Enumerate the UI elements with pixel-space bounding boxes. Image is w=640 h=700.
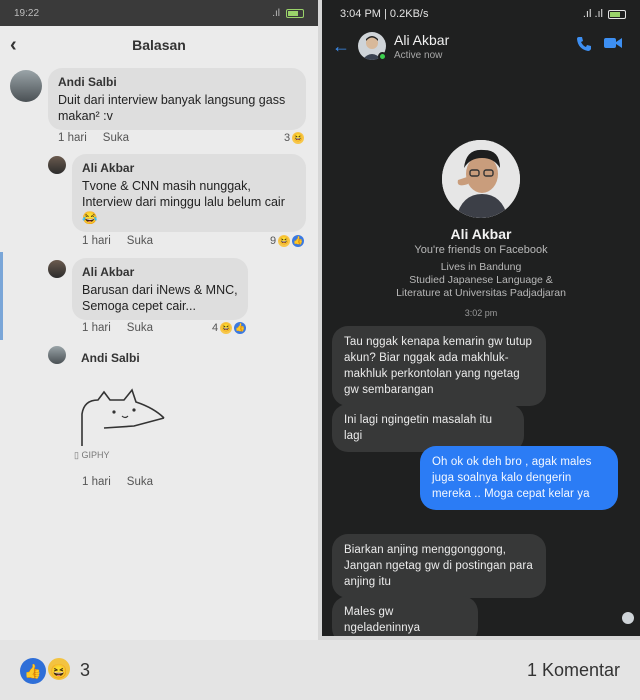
comments-count-link[interactable]: 1 Komentar xyxy=(527,660,620,681)
comment-text: Duit dari interview banyak langsung gass… xyxy=(58,93,286,123)
avatar[interactable] xyxy=(10,70,42,102)
profile-intro: Ali Akbar You're friends on Facebook Liv… xyxy=(322,140,640,300)
reaction-total[interactable]: 3 xyxy=(80,660,90,681)
comment-author[interactable]: Ali Akbar xyxy=(82,264,238,280)
message-bubble-received[interactable]: Biarkan anjing menggonggong, Jangan nget… xyxy=(332,534,546,598)
comment-actions: 1 hari Suka xyxy=(82,476,153,488)
haha-icon[interactable]: 😆 xyxy=(46,656,72,682)
online-indicator xyxy=(378,52,387,61)
status-bar: 19:22 .ıl xyxy=(0,0,318,26)
message-bubble-received[interactable]: Males gw ngeladeninnya xyxy=(332,596,478,636)
status-time: 3:04 PM | 0.2KB/s xyxy=(340,8,429,20)
haha-icon: 😆 xyxy=(292,132,305,144)
avatar[interactable] xyxy=(48,156,66,174)
like-icon: 👍 xyxy=(234,322,247,334)
giphy-sticker[interactable] xyxy=(74,388,174,448)
avatar[interactable] xyxy=(48,260,66,278)
page-title: Balasan xyxy=(132,37,186,53)
replies-panel: 19:22 .ıl ‹ Balasan Andi Salbi Duit dari… xyxy=(0,0,318,640)
phone-icon[interactable] xyxy=(576,36,592,56)
like-icon[interactable]: 👍 xyxy=(20,658,46,684)
lives-in: Lives in Bandung xyxy=(440,261,522,273)
messenger-panel: 3:04 PM | 0.2KB/s .ıl .ıl ← Ali Akbar Ac… xyxy=(322,0,640,636)
comment-author[interactable]: Andi Salbi xyxy=(58,74,296,90)
comment-text: Tvone & CNN masih nunggak, Interview dar… xyxy=(82,179,285,225)
active-status: Active now xyxy=(394,50,443,61)
signal-icon: .ıl .ıl xyxy=(582,8,603,20)
comment-actions: 1 hari Suka xyxy=(82,235,153,247)
studied-line-1: Studied Japanese Language & xyxy=(409,274,553,286)
message-bubble-sent[interactable]: Oh ok ok deh bro , agak males juga soaln… xyxy=(420,446,618,510)
post-footer: 👍 😆 3 1 Komentar xyxy=(0,640,640,700)
back-arrow-icon[interactable]: ← xyxy=(332,36,350,57)
reaction-number: 4 xyxy=(212,322,219,334)
comment-time: 1 hari xyxy=(58,132,87,144)
reaction-number: 9 xyxy=(270,235,277,247)
like-icon: 👍 xyxy=(292,235,305,247)
avatar[interactable] xyxy=(48,346,66,364)
like-button[interactable]: Suka xyxy=(127,235,153,247)
battery-icon xyxy=(608,9,626,19)
reaction-count[interactable]: 3 😆 xyxy=(284,132,305,144)
comment-bubble: Andi Salbi Duit dari interview banyak la… xyxy=(48,68,306,130)
message-timestamp: 3:02 pm xyxy=(464,308,498,318)
battery-icon xyxy=(286,8,304,18)
haha-icon: 😆 xyxy=(220,322,233,334)
comment-actions: 1 hari Suka xyxy=(58,132,129,144)
like-button[interactable]: Suka xyxy=(103,132,129,144)
comment-actions: 1 hari Suka xyxy=(82,322,153,334)
comment-author[interactable]: Andi Salbi xyxy=(81,351,140,365)
comment-bubble: Ali Akbar Tvone & CNN masih nunggak, Int… xyxy=(72,154,306,232)
back-arrow-icon[interactable]: ‹ xyxy=(10,34,17,57)
selection-bar xyxy=(0,252,3,340)
message-bubble-received[interactable]: Tau nggak kenapa kemarin gw tutup akun? … xyxy=(332,326,546,406)
message-bubble-received[interactable]: Ini lagi ngingetin masalah itu lagi xyxy=(332,404,524,452)
profile-photo[interactable] xyxy=(442,140,520,218)
video-icon[interactable] xyxy=(604,36,622,54)
cat-sticker-image xyxy=(81,388,165,446)
giphy-attribution: ▯ GIPHY xyxy=(74,450,109,461)
like-button[interactable]: Suka xyxy=(127,476,153,488)
comment-bubble: Ali Akbar Barusan dari iNews & MNC, Semo… xyxy=(72,258,248,320)
like-button[interactable]: Suka xyxy=(127,322,153,334)
seen-avatar xyxy=(622,612,634,624)
profile-photo-image xyxy=(442,140,520,218)
comment-time: 1 hari xyxy=(82,476,111,488)
reaction-count[interactable]: 4 😆 👍 xyxy=(212,322,247,334)
giphy-label: GIPHY xyxy=(81,450,110,460)
chat-header: ← Ali Akbar Active now xyxy=(322,28,640,72)
comment-text: Barusan dari iNews & MNC, Semoga cepet c… xyxy=(82,283,238,313)
friends-status: You're friends on Facebook xyxy=(414,244,548,256)
comment-author[interactable]: Ali Akbar xyxy=(82,160,296,176)
reaction-count[interactable]: 9 😆 👍 xyxy=(270,235,305,247)
reaction-number: 3 xyxy=(284,132,291,144)
comment-time: 1 hari xyxy=(82,322,111,334)
status-bar: 3:04 PM | 0.2KB/s .ıl .ıl xyxy=(322,0,640,28)
haha-icon: 😆 xyxy=(278,235,291,247)
replies-header: ‹ Balasan xyxy=(0,26,318,64)
comment-time: 1 hari xyxy=(82,235,111,247)
studied-line-2: Literature at Universitas Padjadjaran xyxy=(396,287,566,299)
contact-name[interactable]: Ali Akbar xyxy=(394,32,449,48)
signal-icon: .ıl xyxy=(272,7,280,19)
status-time: 19:22 xyxy=(14,7,40,19)
profile-name: Ali Akbar xyxy=(450,226,512,242)
